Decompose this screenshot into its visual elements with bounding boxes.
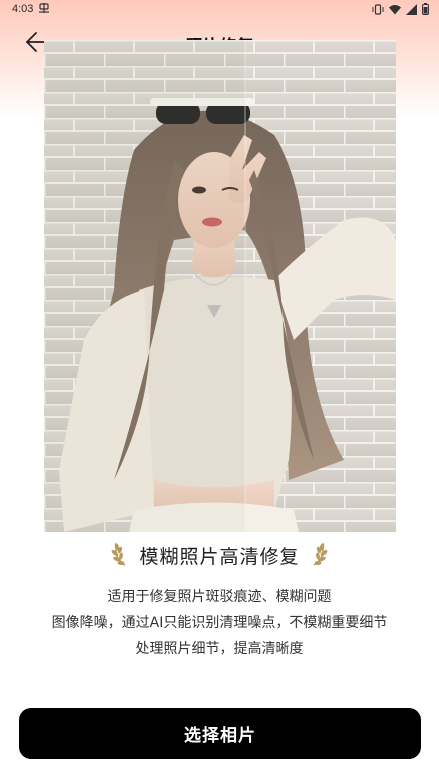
battery-icon bbox=[422, 3, 429, 15]
feature-title-row: 模糊照片高清修复 bbox=[0, 538, 439, 572]
feature-description-line: 适用于修复照片斑驳痕迹、模糊问题 bbox=[107, 589, 332, 605]
laurel-left-icon bbox=[111, 539, 129, 571]
status-time: 4:03 bbox=[12, 3, 34, 15]
portrait-photo bbox=[44, 40, 396, 532]
wifi-icon bbox=[389, 4, 401, 15]
status-bar: 4:03 bbox=[0, 0, 439, 18]
feature-title: 模糊照片高清修复 bbox=[139, 545, 300, 568]
signal-icon bbox=[406, 3, 417, 15]
laurel-right-icon bbox=[310, 539, 328, 571]
vibrate-icon bbox=[372, 3, 384, 15]
feature-description-line: 图像降噪，通过AI只能识别清理噪点，不模糊重要细节 bbox=[51, 615, 388, 631]
status-icons bbox=[372, 3, 429, 15]
feature-description-line: 处理照片细节，提高清晰度 bbox=[135, 641, 304, 657]
app-notification-icon bbox=[38, 3, 50, 14]
select-photo-button[interactable]: 选择相片 bbox=[19, 708, 421, 759]
photo-comparison bbox=[44, 40, 396, 532]
